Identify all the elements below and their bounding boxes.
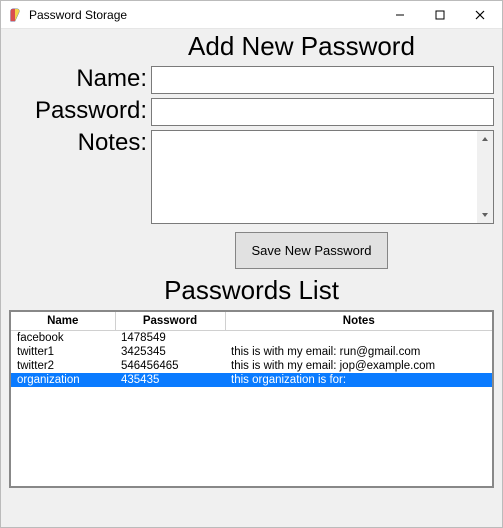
table-row[interactable]: facebook1478549 [11,331,492,346]
cell-password: 546456465 [115,359,225,373]
close-button[interactable] [460,1,500,29]
window-title: Password Storage [29,8,380,22]
add-password-heading: Add New Password [9,31,494,62]
maximize-button[interactable] [420,1,460,29]
table-row[interactable]: twitter13425345this is with my email: ru… [11,345,492,359]
notes-input[interactable] [152,131,477,223]
scroll-down-icon[interactable] [477,207,493,223]
cell-password: 3425345 [115,345,225,359]
column-header-name[interactable]: Name [11,312,115,331]
passwords-list-heading: Passwords List [9,275,494,306]
cell-notes: this is with my email: run@gmail.com [225,345,492,359]
column-header-password[interactable]: Password [115,312,225,331]
cell-notes: this organization is for: [225,373,492,387]
save-new-password-button[interactable]: Save New Password [235,232,389,269]
cell-name: facebook [11,331,115,346]
table-row[interactable]: twitter2546456465this is with my email: … [11,359,492,373]
column-header-notes[interactable]: Notes [225,312,492,331]
cell-name: organization [11,373,115,387]
notes-scrollbar[interactable] [477,131,493,223]
title-bar: Password Storage [1,1,502,29]
cell-password: 435435 [115,373,225,387]
cell-password: 1478549 [115,331,225,346]
cell-name: twitter1 [11,345,115,359]
scroll-up-icon[interactable] [477,131,493,147]
app-icon [7,7,23,23]
cell-notes [225,331,492,346]
name-input[interactable] [151,66,494,94]
password-input[interactable] [151,98,494,126]
cell-notes: this is with my email: jop@example.com [225,359,492,373]
password-label: Password: [9,98,151,123]
name-label: Name: [9,66,151,91]
cell-name: twitter2 [11,359,115,373]
passwords-list[interactable]: Name Password Notes facebook1478549twitt… [9,310,494,488]
table-row[interactable]: organization435435this organization is f… [11,373,492,387]
minimize-button[interactable] [380,1,420,29]
notes-label: Notes: [9,130,151,155]
